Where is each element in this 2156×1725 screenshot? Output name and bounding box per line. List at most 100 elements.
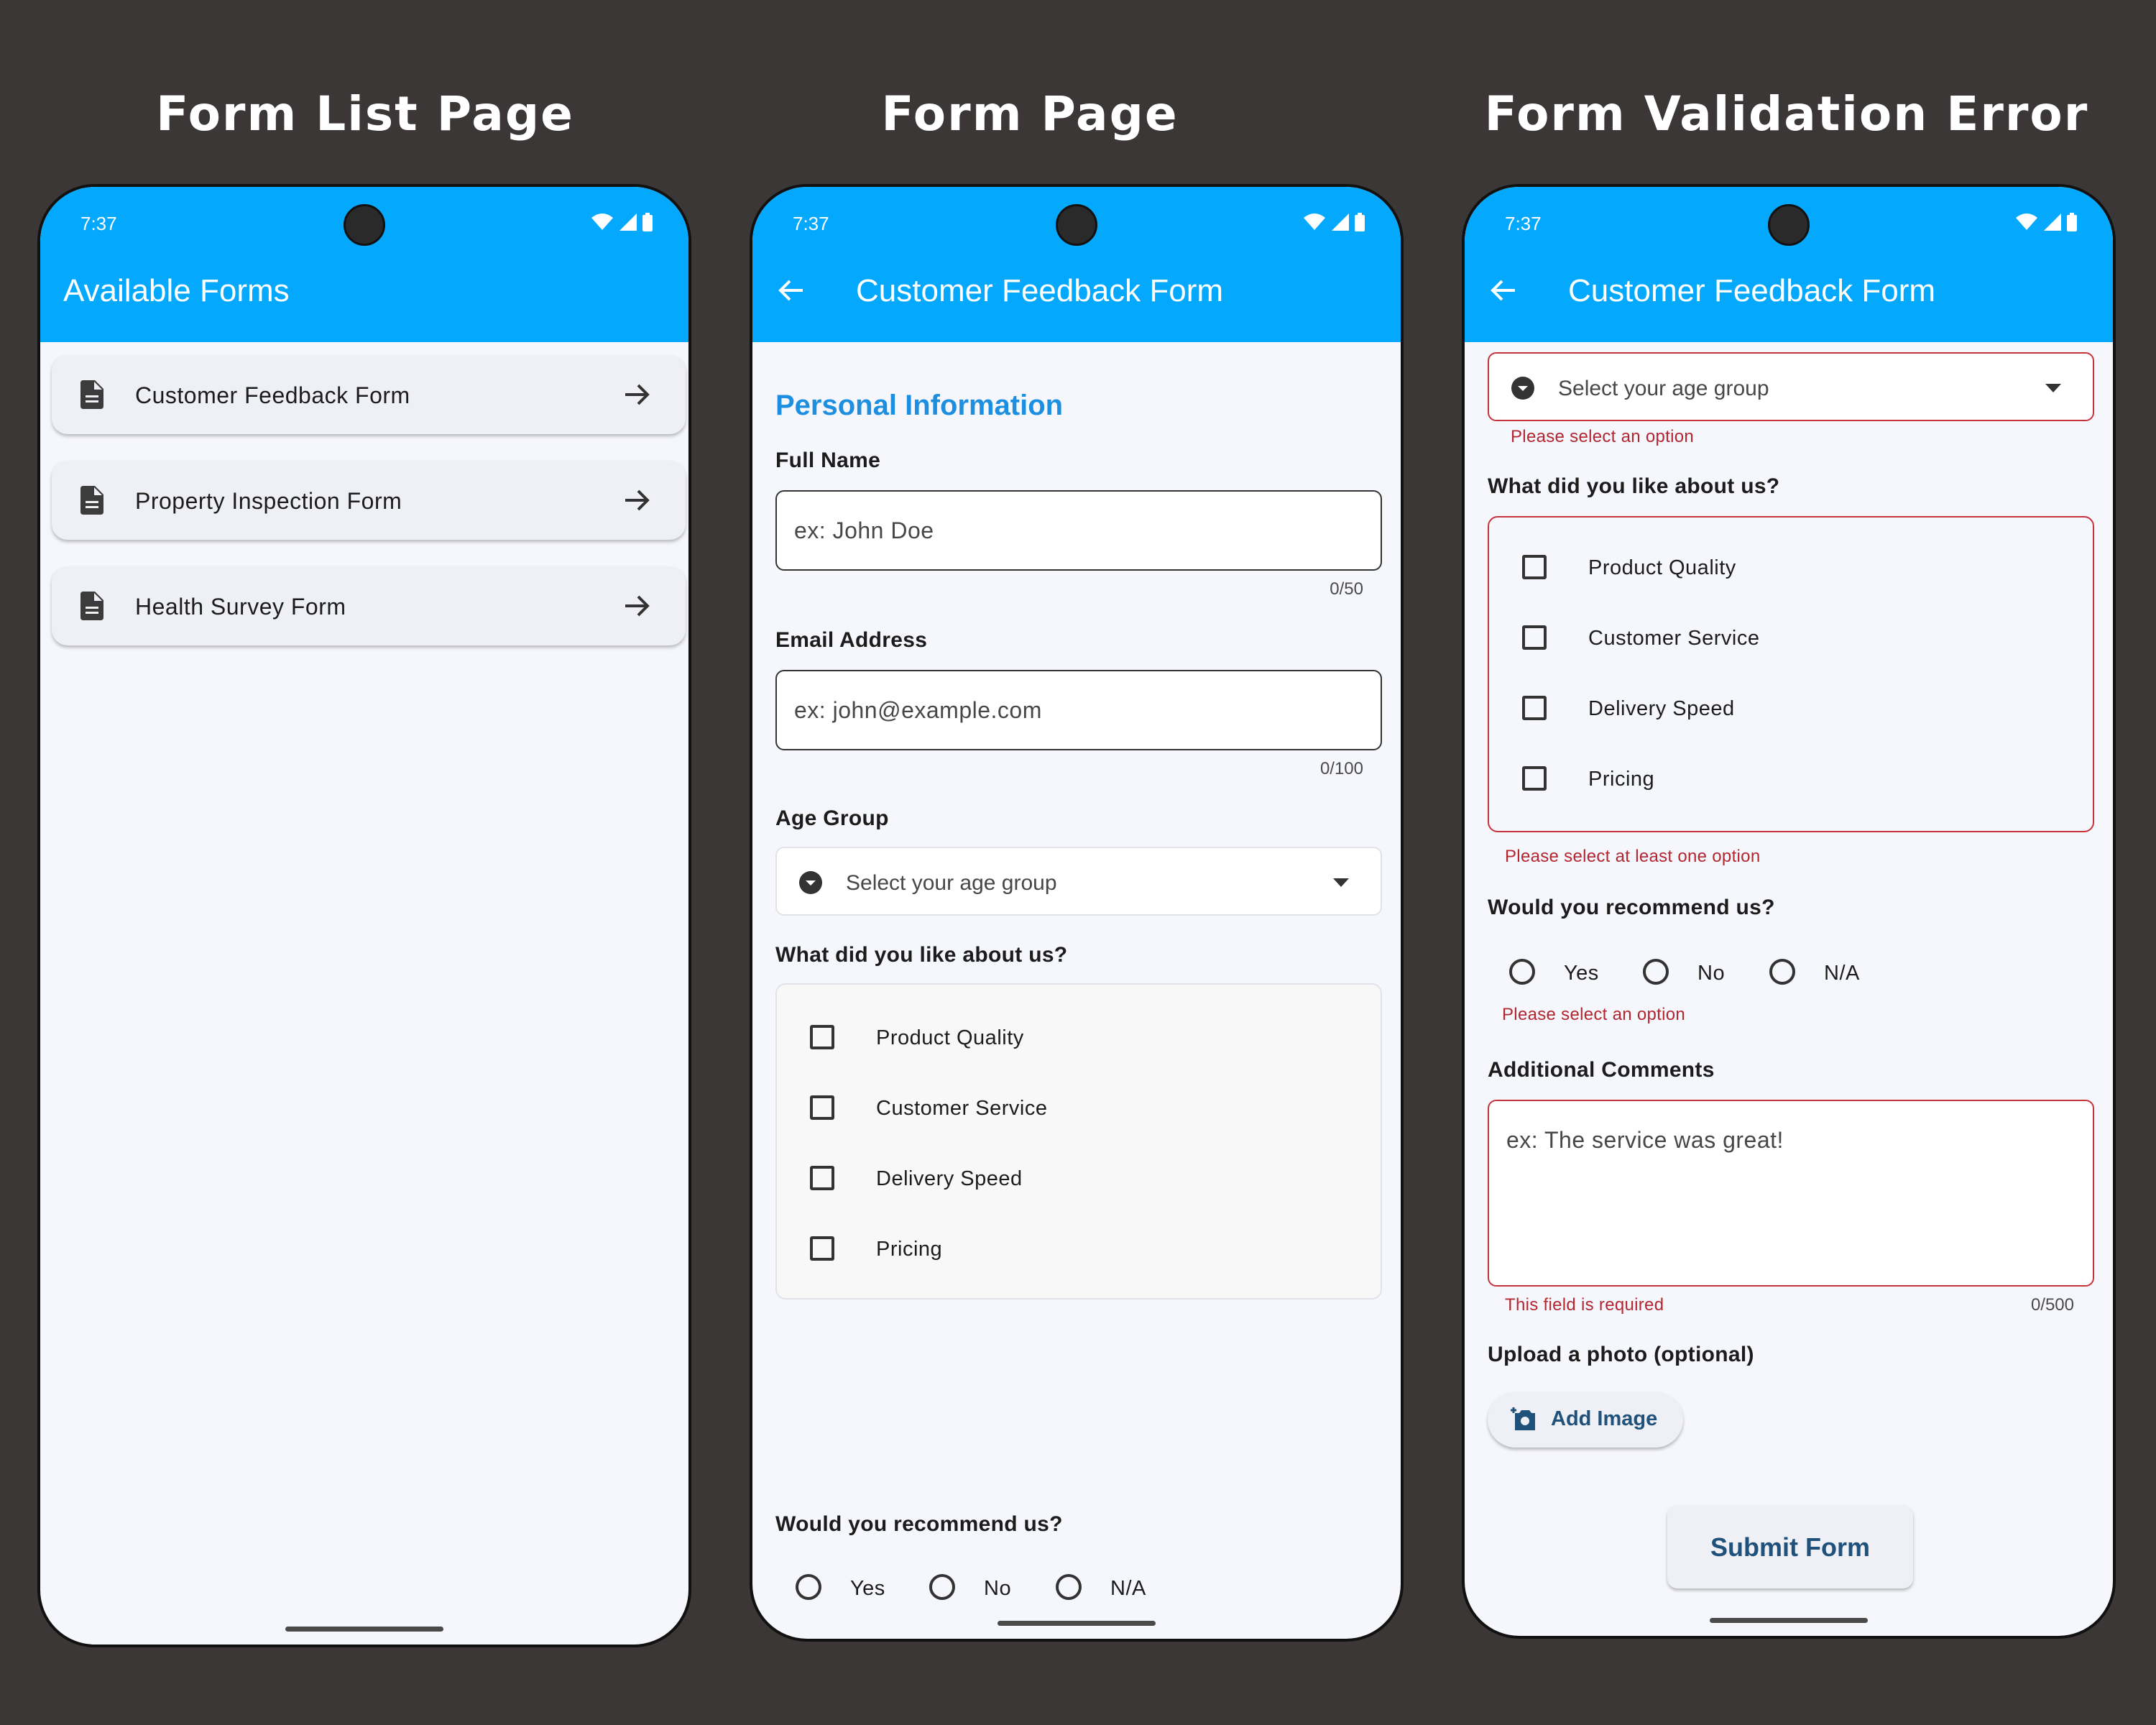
email-counter: 0/100 [1319,759,1363,778]
checkbox[interactable] [1522,696,1547,720]
comments-placeholder: ex: The service was great! [1506,1127,1784,1153]
battery-icon [1355,213,1365,231]
age-group-icon [1511,377,1534,400]
add-a-photo-icon [1511,1407,1535,1430]
age-group-error: Please select an option [1511,427,1695,446]
form-list-item-health-survey[interactable]: Health Survey Form [52,566,686,645]
radio-no[interactable] [1643,959,1669,985]
home-indicator[interactable] [285,1627,443,1632]
checkbox[interactable] [810,1095,834,1120]
photo-label: Upload a photo (optional) [1488,1343,1754,1366]
chevron-down-icon [2045,384,2061,392]
app-bar: 7:37 Available Forms [40,187,688,342]
form-list-item-label: Property Inspection Form [135,488,402,514]
checkbox-label: Customer Service [1588,627,1760,650]
front-camera [1056,204,1097,246]
status-icons [2013,213,2077,231]
comments-input[interactable]: ex: The service was great! [1488,1100,2094,1287]
page-title: Available Forms [63,273,290,308]
caption-form-validation-error: Form Validation Error [1484,86,2089,142]
arrow-back-icon[interactable] [1491,277,1516,303]
checkbox[interactable] [1522,766,1547,791]
radio-yes[interactable] [1509,959,1535,985]
arrow-forward-icon [625,489,650,511]
signal-icon [1331,213,1349,231]
phone-validation-error: 7:37 Customer Feedback Form Select your … [1462,184,2116,1639]
wifi-icon [1304,213,1326,230]
checkbox[interactable] [810,1025,834,1049]
full-name-counter: 0/50 [1330,579,1363,599]
signal-icon [2043,213,2061,231]
email-placeholder: ex: john@example.com [794,697,1042,723]
caption-form-list-page: Form List Page [156,86,574,142]
phone-form-list: 7:37 Available Forms Customer Feedback F… [37,184,691,1647]
recommend-label: Would you recommend us? [1488,896,1775,919]
form-list-item-label: Customer Feedback Form [135,382,410,408]
full-name-label: Full Name [775,448,881,472]
age-group-label: Age Group [775,806,889,830]
wifi-icon [2016,213,2038,230]
status-icons [589,213,653,231]
description-icon [80,592,103,620]
checkbox-label: Delivery Speed [876,1167,1023,1190]
comments-label: Additional Comments [1488,1058,1715,1082]
battery-icon [2067,213,2077,231]
submit-form-label: Submit Form [1710,1532,1870,1562]
radio-yes[interactable] [796,1574,821,1600]
section-title: Personal Information [775,390,1064,421]
checkbox[interactable] [810,1236,834,1261]
radio-no[interactable] [929,1574,955,1600]
like-label: What did you like about us? [1488,474,1780,498]
recommend-label: Would you recommend us? [775,1512,1063,1536]
like-checkbox-group: Product Quality Customer Service Deliver… [775,983,1382,1300]
battery-icon [642,213,653,231]
chevron-down-icon [1333,878,1349,887]
description-icon [80,486,103,515]
app-bar: 7:37 Customer Feedback Form [752,187,1401,342]
status-time: 7:37 [80,213,117,234]
add-image-button[interactable]: Add Image [1488,1392,1683,1448]
radio-no-label: No [1697,962,1726,985]
checkbox-label: Pricing [1588,768,1655,791]
home-indicator[interactable] [1710,1618,1868,1623]
age-group-select[interactable]: Select your age group [1488,352,2094,421]
checkbox[interactable] [1522,555,1547,579]
checkbox-label: Delivery Speed [1588,697,1735,720]
wifi-icon [591,213,614,230]
like-error: Please select at least one option [1505,847,1761,866]
radio-na-label: N/A [1824,962,1860,985]
comments-counter: 0/500 [2030,1295,2074,1315]
radio-na-label: N/A [1110,1577,1146,1600]
email-input[interactable]: ex: john@example.com [775,670,1382,750]
app-bar: 7:37 Customer Feedback Form [1465,187,2113,342]
age-group-placeholder: Select your age group [846,871,1057,895]
submit-form-button[interactable]: Submit Form [1667,1505,1913,1588]
status-icons [1301,213,1365,231]
caption-form-page: Form Page [881,86,1179,142]
recommend-error: Please select an option [1502,1005,1686,1024]
radio-yes-label: Yes [1564,962,1599,985]
full-name-input[interactable]: ex: John Doe [775,490,1382,571]
description-icon [80,380,103,409]
arrow-back-icon[interactable] [778,277,804,303]
status-time: 7:37 [793,213,829,234]
form-list-item-customer-feedback[interactable]: Customer Feedback Form [52,355,686,434]
home-indicator[interactable] [998,1621,1156,1626]
form-list-item-property-inspection[interactable]: Property Inspection Form [52,461,686,540]
page-title: Customer Feedback Form [856,273,1224,308]
like-checkbox-group: Product Quality Customer Service Deliver… [1488,516,2094,832]
checkbox-label: Product Quality [876,1026,1024,1049]
radio-na[interactable] [1056,1574,1082,1600]
form-list-item-label: Health Survey Form [135,594,346,620]
radio-na[interactable] [1769,959,1795,985]
checkbox[interactable] [1522,625,1547,650]
checkbox[interactable] [810,1166,834,1190]
signal-icon [619,213,637,231]
add-image-label: Add Image [1551,1407,1658,1430]
age-group-icon [799,871,822,894]
front-camera [1768,204,1810,246]
radio-yes-label: Yes [850,1577,885,1600]
age-group-select[interactable]: Select your age group [775,847,1382,916]
phone-form-page: 7:37 Customer Feedback Form Personal Inf… [750,184,1404,1642]
checkbox-label: Product Quality [1588,556,1736,579]
